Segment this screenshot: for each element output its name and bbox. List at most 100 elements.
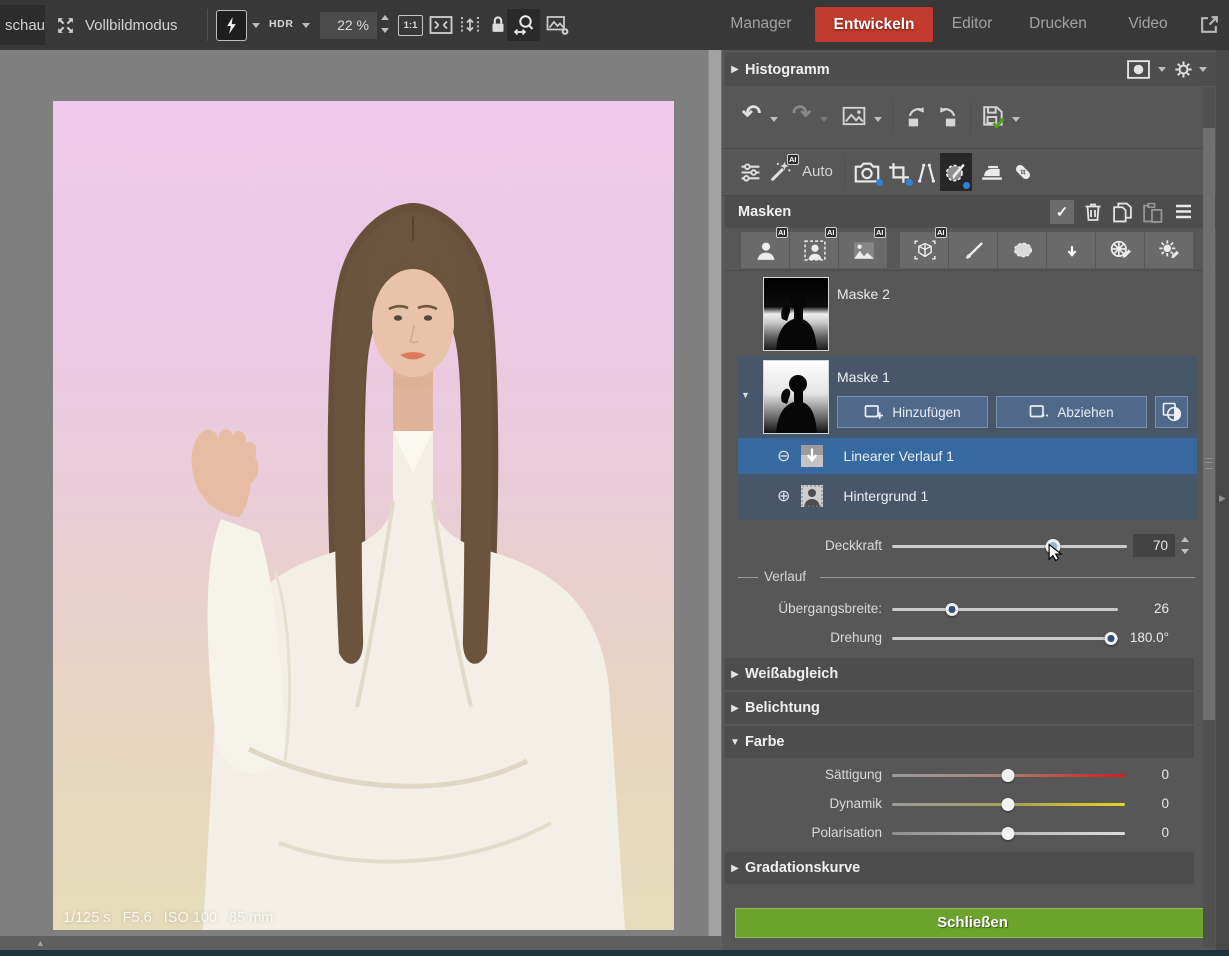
opacity-value-input[interactable]: 70 xyxy=(1133,534,1175,557)
mask1-expander-icon[interactable]: ▼ xyxy=(741,390,750,400)
hdr-dropdown-caret[interactable] xyxy=(302,23,310,28)
transition-width-handle[interactable] xyxy=(946,603,959,616)
mask-radial-button[interactable] xyxy=(998,232,1047,268)
history-toolbar: ↶ ↷ xyxy=(722,86,1217,149)
mask-select-portrait-button[interactable]: AI xyxy=(790,232,839,268)
mask-add-label: Hinzufügen xyxy=(892,405,960,420)
undock-window-icon[interactable] xyxy=(1199,14,1220,35)
mask-select-object-button[interactable]: AI xyxy=(900,232,949,268)
histogram-settings-button[interactable] xyxy=(1174,60,1193,79)
lock-zoom-button[interactable] xyxy=(487,14,509,35)
section-header-white-balance[interactable]: ▶ Weißabgleich xyxy=(725,658,1194,690)
undo-button[interactable]: ↶ xyxy=(742,100,761,127)
overlay-dropdown-caret[interactable] xyxy=(1158,67,1166,72)
mask-luminance-button[interactable] xyxy=(1145,232,1194,268)
saturation-handle[interactable] xyxy=(1002,769,1015,782)
zoom-input[interactable]: 22 % xyxy=(320,12,377,39)
fullscreen-label: Vollbildmodus xyxy=(85,17,178,34)
auto-enhance-label[interactable]: Auto xyxy=(802,163,833,180)
mask-select-sky-button[interactable]: AI xyxy=(839,232,888,268)
filmstrip-expander-bar[interactable]: ▲ xyxy=(0,936,722,950)
straighten-lines-tool[interactable] xyxy=(914,162,938,184)
opacity-step-down[interactable] xyxy=(1181,549,1189,554)
mask-subtract-button[interactable]: Abziehen xyxy=(996,396,1147,428)
preview-settings-button[interactable] xyxy=(546,14,570,36)
zoom-step-down[interactable] xyxy=(381,28,389,33)
mask2-thumbnail[interactable] xyxy=(763,277,829,351)
rotate-left-button[interactable] xyxy=(906,106,928,128)
auto-enhance-button[interactable]: AI xyxy=(768,160,791,183)
panel-scrollbar-thumb[interactable] xyxy=(1203,128,1215,720)
compare-view-button[interactable] xyxy=(507,9,540,41)
polarization-handle[interactable] xyxy=(1002,827,1015,840)
mask-list-item-mask1-selected[interactable]: ▼ Maske 1 Hinzufügen xyxy=(738,356,1197,520)
module-tab-develop[interactable]: Entwickeln xyxy=(815,7,933,42)
adjustments-tool-button[interactable] xyxy=(740,162,761,183)
vibrance-handle[interactable] xyxy=(1002,798,1015,811)
redo-button[interactable]: ↷ xyxy=(792,100,811,127)
section-header-curve[interactable]: ▶ Gradationskurve xyxy=(725,852,1194,884)
snapshot-button[interactable] xyxy=(842,106,866,126)
gradient-group-line-left xyxy=(738,577,758,578)
opacity-label: Deckkraft xyxy=(722,538,882,553)
fullscreen-button[interactable]: Vollbildmodus xyxy=(55,12,178,38)
scrollbar-grip-icon xyxy=(1205,458,1213,469)
undo-history-caret[interactable] xyxy=(770,117,778,122)
save-button[interactable] xyxy=(982,105,1005,129)
subtract-mask-icon xyxy=(1029,403,1049,421)
zoom-1to1-button[interactable]: 1:1 xyxy=(398,15,423,36)
mask-brush-button[interactable] xyxy=(949,232,998,268)
fit-to-screen-button[interactable] xyxy=(429,15,453,35)
masks-title: Masken xyxy=(738,204,791,220)
panel-collapse-arrow[interactable]: ▶ xyxy=(1219,493,1226,504)
histogram-settings-caret[interactable] xyxy=(1199,67,1207,72)
mask-select-person-button[interactable]: AI xyxy=(741,232,790,268)
mask-color-range-button[interactable] xyxy=(1096,232,1145,268)
canvas-vertical-scrollbar[interactable] xyxy=(708,50,722,936)
flash-preview-button[interactable] xyxy=(216,10,247,41)
section-header-exposure[interactable]: ▶ Belichtung xyxy=(725,692,1194,724)
preview-button[interactable]: schau xyxy=(0,5,45,45)
mask-layer-linear-gradient-selected[interactable]: ⊖ Linearer Verlauf 1 xyxy=(738,438,1197,474)
rotation-track[interactable] xyxy=(892,637,1118,640)
module-tab-manager[interactable]: Manager xyxy=(726,15,796,33)
section-header-color[interactable]: ▼ Farbe xyxy=(725,726,1194,758)
healing-tool[interactable] xyxy=(1012,161,1034,183)
fit-height-button[interactable] xyxy=(460,15,480,35)
mask-list-item-mask2[interactable]: Maske 2 xyxy=(738,272,1197,354)
overlay-display-button[interactable] xyxy=(1127,60,1150,79)
mask-layer-background[interactable]: ⊕ Hintergrund 1 xyxy=(738,478,1197,514)
zoom-step-up[interactable] xyxy=(381,15,389,20)
copy-mask-button[interactable] xyxy=(1112,202,1133,223)
photo-canvas[interactable]: 1/125 s F5.6 ISO 100 85 mm xyxy=(53,101,674,930)
hdr-button[interactable]: HDR xyxy=(269,18,294,30)
mask-visibility-toggle[interactable]: ✓ xyxy=(1050,200,1074,224)
module-tab-print[interactable]: Drucken xyxy=(1022,15,1094,33)
rotate-right-button[interactable] xyxy=(936,106,958,128)
close-button[interactable]: Schließen xyxy=(735,908,1210,938)
save-options-caret[interactable] xyxy=(1012,117,1020,122)
opacity-slider-track[interactable] xyxy=(892,545,1127,548)
transition-width-track[interactable] xyxy=(892,608,1118,611)
ai-badge: AI xyxy=(935,227,948,238)
flash-dropdown-caret[interactable] xyxy=(252,23,260,28)
delete-mask-button[interactable] xyxy=(1083,202,1103,222)
clone-iron-tool[interactable] xyxy=(980,163,1004,182)
paste-mask-button[interactable] xyxy=(1142,202,1163,223)
camera-tool-active-dot xyxy=(876,179,883,186)
layer-name: Linearer Verlauf 1 xyxy=(843,448,954,464)
mask-linear-gradient-button[interactable] xyxy=(1047,232,1096,268)
crop-tool-active-dot xyxy=(906,179,913,186)
redo-history-caret[interactable] xyxy=(820,117,828,122)
invert-mask-icon xyxy=(1162,402,1182,422)
mask-add-button[interactable]: Hinzufügen xyxy=(837,396,988,428)
module-tab-video[interactable]: Video xyxy=(1122,15,1174,33)
transition-width-value: 26 xyxy=(1104,601,1169,616)
module-tab-editor[interactable]: Editor xyxy=(944,15,1000,33)
mask1-thumbnail[interactable] xyxy=(763,360,829,434)
masks-menu-button[interactable] xyxy=(1174,202,1193,221)
mask-invert-button[interactable] xyxy=(1155,396,1188,428)
mask-type-toolbar: AI AI AI AI xyxy=(722,232,1217,268)
opacity-step-up[interactable] xyxy=(1181,537,1189,542)
snapshot-caret[interactable] xyxy=(874,117,882,122)
